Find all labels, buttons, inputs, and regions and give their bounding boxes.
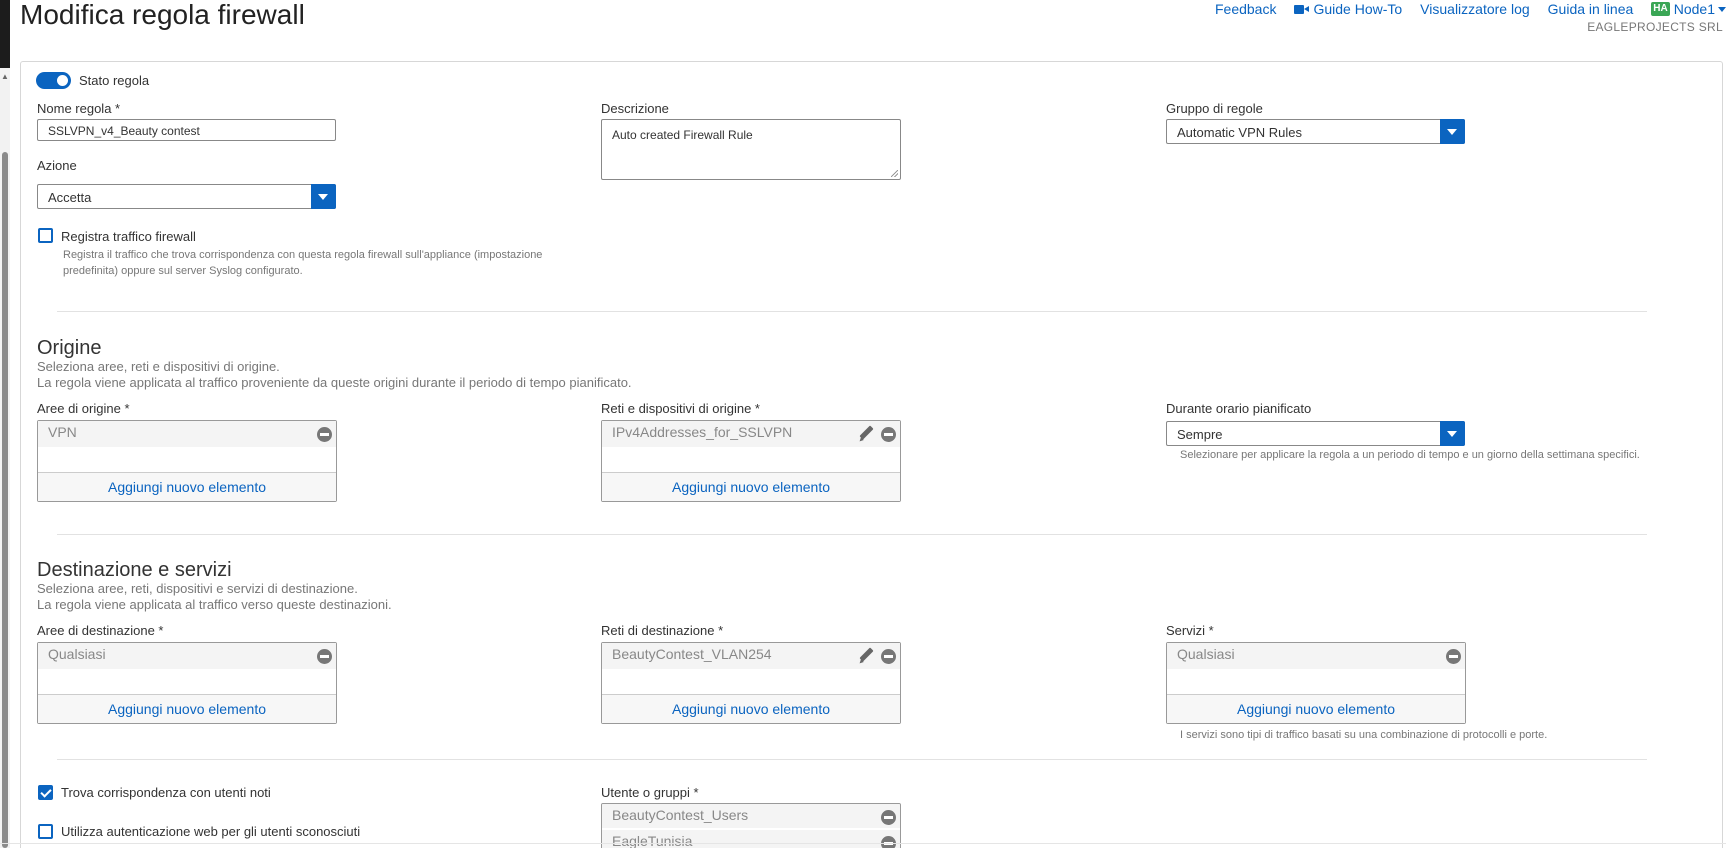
schedule-value: Sempre <box>1177 427 1223 442</box>
services-label: Servizi * <box>1166 623 1214 638</box>
remove-icon[interactable] <box>881 427 896 442</box>
rule-name-label: Nome regola * <box>37 101 121 116</box>
window-left-strip: ▲ <box>0 0 10 848</box>
remove-icon[interactable] <box>881 810 896 825</box>
services-list: Qualsiasi Aggiungi nuovo elemento <box>1166 642 1466 724</box>
remove-icon[interactable] <box>881 649 896 664</box>
schedule-help: Selezionare per applicare la regola a un… <box>1180 449 1640 461</box>
destination-desc-1: Seleziona aree, reti, dispositivi e serv… <box>37 581 358 596</box>
rule-form-card: Stato regola Nome regola * SSLVPN_v4_Bea… <box>20 61 1723 848</box>
list-item: Qualsiasi <box>1167 643 1465 669</box>
action-value: Accetta <box>48 190 92 205</box>
top-links: Feedback Guide How-To Visualizzatore log… <box>1197 0 1726 18</box>
user-group-item: EagleTunisia <box>612 833 693 848</box>
origin-desc-2: La regola viene applicata al traffico pr… <box>37 375 632 390</box>
company-name: EAGLEPROJECTS SRL <box>1587 20 1723 34</box>
add-destination-network-button[interactable]: Aggiungi nuovo elemento <box>602 694 900 723</box>
rule-state-label: Stato regola <box>79 73 150 88</box>
dropdown-arrow-icon[interactable] <box>1440 119 1465 144</box>
scrollbar-thumb[interactable] <box>2 152 8 848</box>
web-auth-label: Utilizza autenticazione web per gli uten… <box>61 824 361 839</box>
dropdown-arrow-icon[interactable] <box>311 184 336 209</box>
match-known-users-checkbox[interactable] <box>38 785 53 800</box>
divider <box>57 759 1647 760</box>
node-menu[interactable]: HA Node1 <box>1651 0 1726 18</box>
list-item: IPv4Addresses_for_SSLVPN <box>602 421 900 447</box>
rule-group-value: Automatic VPN Rules <box>1177 125 1302 140</box>
web-auth-checkbox[interactable] <box>38 824 53 839</box>
action-label: Azione <box>37 158 77 173</box>
destination-desc-2: La regola viene applicata al traffico ve… <box>37 597 392 612</box>
log-traffic-help-line2: predefinita) oppure sul server Syslog co… <box>63 265 303 277</box>
remove-icon[interactable] <box>317 649 332 664</box>
list-item: VPN <box>38 421 336 447</box>
log-traffic-checkbox[interactable] <box>38 228 53 243</box>
window-bottom-edge <box>0 843 1726 844</box>
source-zones-label: Aree di origine * <box>37 401 130 416</box>
users-groups-label: Utente o gruppi * <box>601 785 699 800</box>
service-item: Qualsiasi <box>1177 646 1235 662</box>
destination-networks-list: BeautyContest_VLAN254 Aggiungi nuovo ele… <box>601 642 901 724</box>
services-help: I servizi sono tipi di traffico basati s… <box>1180 729 1548 741</box>
divider <box>57 311 1647 312</box>
source-zones-list: VPN Aggiungi nuovo elemento <box>37 420 337 502</box>
node-label: Node1 <box>1673 1 1715 17</box>
description-value: Auto created Firewall Rule <box>612 128 753 142</box>
remove-icon[interactable] <box>317 427 332 442</box>
source-network-item: IPv4Addresses_for_SSLVPN <box>612 424 793 440</box>
online-help-link[interactable]: Guida in linea <box>1548 0 1634 18</box>
origin-title: Origine <box>37 337 102 359</box>
log-traffic-help-line1: Registra il traffico che trova corrispon… <box>63 249 543 261</box>
destination-zones-label: Aree di destinazione * <box>37 623 164 638</box>
guide-how-to-link[interactable]: Guide How-To <box>1294 0 1402 18</box>
destination-zones-list: Qualsiasi Aggiungi nuovo elemento <box>37 642 337 724</box>
scroll-up-icon[interactable]: ▲ <box>1 72 9 81</box>
destination-network-item: BeautyContest_VLAN254 <box>612 646 772 662</box>
destination-zone-item: Qualsiasi <box>48 646 106 662</box>
schedule-select[interactable]: Sempre <box>1166 421 1465 446</box>
add-source-network-button[interactable]: Aggiungi nuovo elemento <box>602 472 900 501</box>
remove-icon[interactable] <box>881 836 896 848</box>
list-item: EagleTunisia <box>602 830 900 848</box>
edit-pencil-icon[interactable] <box>858 648 874 664</box>
list-item: Qualsiasi <box>38 643 336 669</box>
source-networks-list: IPv4Addresses_for_SSLVPN Aggiungi nuovo … <box>601 420 901 502</box>
edit-pencil-icon[interactable] <box>858 426 874 442</box>
guide-how-to-label: Guide How-To <box>1313 1 1403 17</box>
destination-title: Destinazione e servizi <box>37 559 232 581</box>
list-item: BeautyContest_VLAN254 <box>602 643 900 669</box>
add-destination-zone-button[interactable]: Aggiungi nuovo elemento <box>38 694 336 723</box>
list-item: BeautyContest_Users <box>602 804 900 828</box>
dropdown-arrow-icon[interactable] <box>1440 421 1465 446</box>
user-group-item: BeautyContest_Users <box>612 807 749 823</box>
description-label: Descrizione <box>601 101 669 116</box>
rule-name-input[interactable]: SSLVPN_v4_Beauty contest <box>37 119 336 141</box>
schedule-label: Durante orario pianificato <box>1166 401 1312 416</box>
feedback-link[interactable]: Feedback <box>1215 0 1276 18</box>
source-networks-label: Reti e dispositivi di origine * <box>601 401 760 416</box>
rule-state-toggle[interactable] <box>36 72 71 89</box>
video-camera-icon <box>1294 4 1310 15</box>
resize-grip-icon[interactable] <box>891 170 898 177</box>
window-edge <box>0 0 10 68</box>
match-known-users-label: Trova corrispondenza con utenti noti <box>61 785 271 800</box>
origin-desc-1: Seleziona aree, reti e dispositivi di or… <box>37 359 280 374</box>
action-select[interactable]: Accetta <box>37 184 336 209</box>
add-source-zone-button[interactable]: Aggiungi nuovo elemento <box>38 472 336 501</box>
add-service-button[interactable]: Aggiungi nuovo elemento <box>1167 694 1465 723</box>
caret-down-icon <box>1718 6 1726 12</box>
rule-group-select[interactable]: Automatic VPN Rules <box>1166 119 1465 144</box>
source-zone-vpn: VPN <box>48 424 77 440</box>
users-groups-list: BeautyContest_Users EagleTunisia <box>601 803 901 848</box>
remove-icon[interactable] <box>1446 649 1461 664</box>
description-textarea[interactable]: Auto created Firewall Rule <box>601 119 901 180</box>
destination-networks-label: Reti di destinazione * <box>601 623 724 638</box>
ha-badge: HA <box>1651 2 1670 16</box>
log-traffic-label: Registra traffico firewall <box>61 229 196 244</box>
rule-group-label: Gruppo di regole <box>1166 101 1263 116</box>
divider <box>57 534 1647 535</box>
log-viewer-link[interactable]: Visualizzatore log <box>1420 0 1529 18</box>
page-title: Modifica regola firewall <box>20 0 305 30</box>
